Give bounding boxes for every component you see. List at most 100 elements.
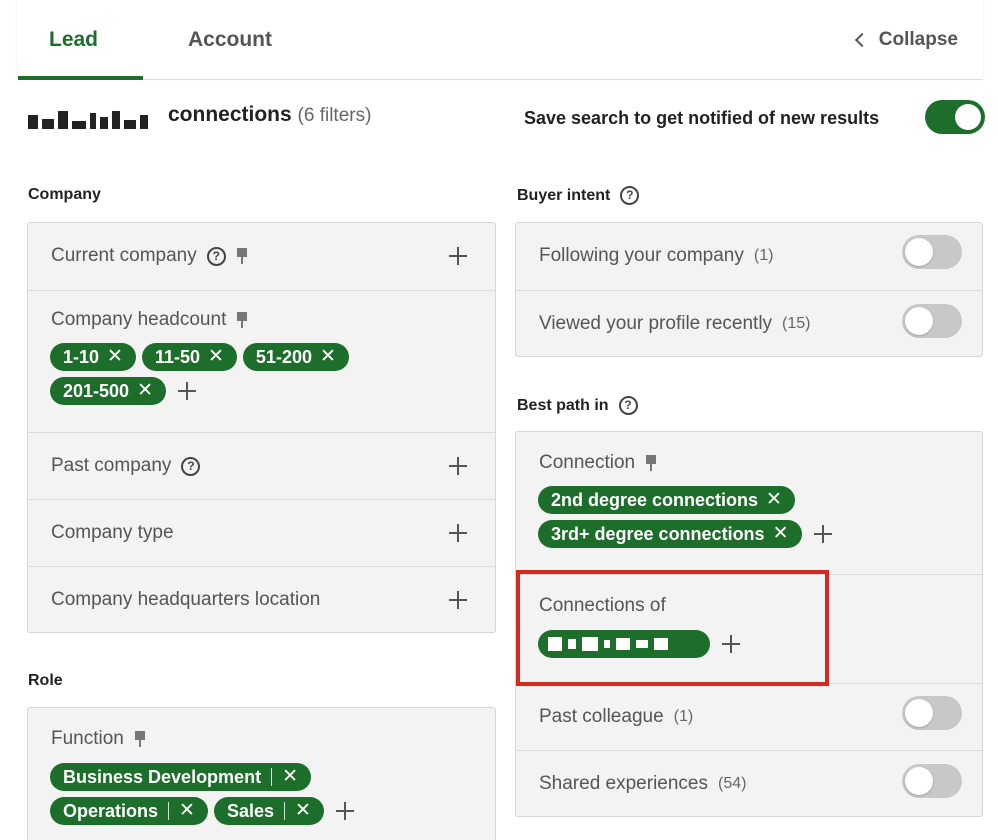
- chevron-left-icon: [854, 32, 869, 48]
- headcount-chips: 1-10 ✕ 11-50 ✕ 51-200 ✕ 201-500 ✕: [50, 343, 410, 405]
- chip-label: Business Development: [63, 767, 262, 787]
- past-company-row[interactable]: Past company ?: [28, 432, 495, 499]
- shared-experiences-label: Shared experiences: [539, 773, 708, 794]
- headcount-row: Company headcount 1-10 ✕ 11-50 ✕ 51-200 ✕ 2…: [28, 290, 495, 432]
- past-company-label: Past company: [51, 455, 172, 476]
- viewed-profile-label: Viewed your profile recently: [539, 313, 773, 334]
- viewed-count: (15): [782, 315, 811, 332]
- chip-connection[interactable]: 2nd degree connections ✕: [538, 486, 795, 514]
- following-company-toggle[interactable]: [902, 235, 962, 269]
- close-icon[interactable]: ✕: [766, 486, 782, 514]
- close-icon[interactable]: ✕: [107, 343, 123, 371]
- close-icon[interactable]: ✕: [208, 343, 224, 371]
- chip-label: Sales: [226, 801, 274, 821]
- past-colleague-count: (1): [673, 708, 694, 725]
- add-icon[interactable]: [177, 382, 196, 400]
- chip-label: Operations: [63, 801, 159, 821]
- viewed-profile-row: Viewed your profile recently (15): [516, 290, 982, 358]
- role-filter-card: Function Business Development ✕ Operation…: [27, 707, 496, 840]
- buyer-intent-label-text: Buyer intent: [517, 186, 611, 204]
- chip-label: 3rd+ degree connections: [551, 524, 765, 544]
- add-icon[interactable]: [449, 457, 467, 475]
- past-colleague-toggle[interactable]: [902, 696, 962, 730]
- shared-experiences-toggle[interactable]: [902, 764, 962, 798]
- redacted-name: [28, 105, 148, 129]
- connection-row: Connection 2nd degree connections ✕ 3rd+ …: [516, 432, 982, 574]
- chip-label: 2nd degree connections: [551, 490, 759, 510]
- following-company-label: Following your company: [539, 245, 744, 266]
- active-tab-indicator: [18, 76, 143, 80]
- pin-icon[interactable]: [236, 248, 248, 264]
- chip-headcount[interactable]: 11-50 ✕: [141, 343, 237, 371]
- tab-lead[interactable]: Lead: [49, 28, 98, 52]
- shared-experiences-count: (54): [718, 775, 747, 792]
- connection-chips: 2nd degree connections ✕ 3rd+ degree conn…: [538, 486, 878, 548]
- add-icon[interactable]: [813, 525, 832, 543]
- buyer-intent-section-label: Buyer intent ?: [517, 186, 640, 205]
- chip-label: 201-500: [63, 381, 130, 401]
- chip-label: 1-10: [63, 347, 100, 367]
- chip-headcount[interactable]: 201-500 ✕: [50, 377, 166, 405]
- chip-function[interactable]: Operations ✕: [50, 797, 208, 825]
- tab-account[interactable]: Account: [188, 28, 272, 52]
- collapse-label: Collapse: [878, 29, 958, 50]
- help-icon[interactable]: ?: [181, 456, 201, 476]
- add-icon[interactable]: [449, 524, 467, 542]
- search-title-text: connections: [168, 103, 292, 126]
- pin-icon[interactable]: [236, 312, 248, 328]
- connection-label: Connection: [539, 452, 636, 473]
- save-search-label: Save search to get notified of new resul…: [524, 108, 880, 128]
- headcount-label: Company headcount: [51, 309, 227, 330]
- close-icon[interactable]: ✕: [179, 797, 195, 825]
- shared-experiences-row: Shared experiences (54): [516, 750, 982, 818]
- help-icon[interactable]: ?: [620, 186, 640, 205]
- chip-headcount[interactable]: 51-200 ✕: [242, 343, 349, 371]
- filter-count: (6 filters): [297, 105, 372, 126]
- pin-icon[interactable]: [645, 455, 657, 471]
- following-company-row: Following your company (1): [516, 223, 982, 290]
- top-tabs: Lead Account Collapse: [18, 0, 983, 80]
- company-type-label: Company type: [51, 522, 174, 543]
- buyer-intent-card: Following your company (1) Viewed your p…: [515, 222, 983, 357]
- best-path-section-label: Best path in ?: [517, 396, 638, 415]
- current-company-row[interactable]: Current company ?: [28, 223, 495, 290]
- chip-function[interactable]: Sales ✕: [213, 797, 324, 825]
- chip-label: 51-200: [255, 347, 312, 367]
- highlight-annotation: [516, 570, 829, 686]
- close-icon[interactable]: ✕: [320, 343, 336, 371]
- collapse-button[interactable]: Collapse: [854, 29, 958, 51]
- chip-function[interactable]: Business Development ✕: [50, 763, 311, 791]
- past-colleague-row: Past colleague (1): [516, 683, 982, 750]
- pin-icon[interactable]: [134, 731, 146, 747]
- close-icon[interactable]: ✕: [282, 763, 298, 791]
- close-icon[interactable]: ✕: [295, 797, 311, 825]
- chip-divider: [284, 802, 285, 820]
- current-company-label: Current company: [51, 245, 197, 266]
- help-icon[interactable]: ?: [618, 396, 638, 415]
- company-type-row[interactable]: Company type: [28, 499, 495, 566]
- best-path-label-text: Best path in: [517, 396, 609, 414]
- close-icon[interactable]: ✕: [137, 377, 153, 405]
- chip-label: 11-50: [154, 347, 200, 367]
- help-icon[interactable]: ?: [206, 246, 226, 266]
- function-row: Function Business Development ✕ Operation…: [28, 708, 495, 840]
- company-label-text: Company: [28, 186, 101, 203]
- chip-headcount[interactable]: 1-10 ✕: [50, 343, 136, 371]
- role-section-label: Role: [28, 672, 63, 690]
- add-icon[interactable]: [449, 591, 467, 609]
- search-title: connections (6 filters): [168, 103, 371, 127]
- chip-divider: [271, 768, 273, 786]
- add-icon[interactable]: [335, 802, 354, 820]
- add-icon[interactable]: [449, 247, 467, 265]
- hq-location-row[interactable]: Company headquarters location: [28, 566, 495, 633]
- role-label-text: Role: [28, 672, 63, 689]
- chip-divider: [168, 802, 170, 820]
- chip-connection[interactable]: 3rd+ degree connections ✕: [538, 520, 802, 548]
- viewed-profile-toggle[interactable]: [902, 304, 962, 338]
- close-icon[interactable]: ✕: [773, 520, 789, 548]
- past-colleague-label: Past colleague: [539, 706, 664, 727]
- save-search-toggle[interactable]: [925, 100, 985, 134]
- function-label: Function: [51, 728, 124, 749]
- following-count: (1): [753, 247, 774, 264]
- company-filter-card: Current company ? Company headcount 1-10…: [27, 222, 496, 633]
